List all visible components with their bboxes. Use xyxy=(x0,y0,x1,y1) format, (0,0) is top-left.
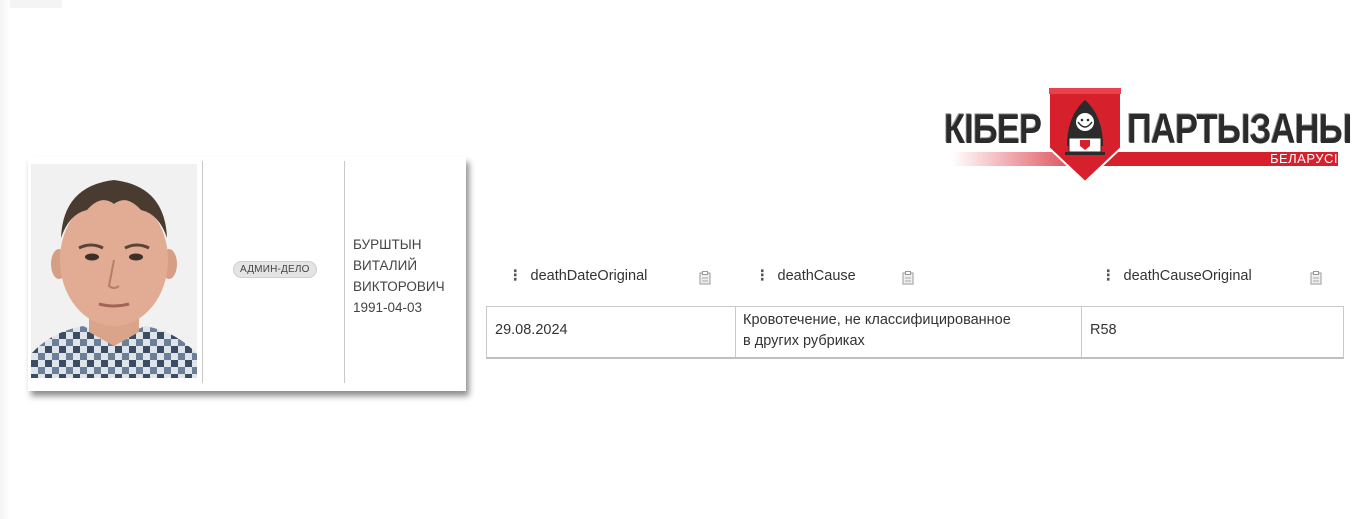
logo-word-right: ПАРТЫЗАНЫ xyxy=(1127,105,1352,152)
person-photo xyxy=(31,164,197,378)
column-header-label: deathDateOriginal xyxy=(530,268,648,284)
card-divider-2 xyxy=(344,161,345,383)
cell-separator xyxy=(735,307,736,357)
profile-card: АДМИН-ДЕЛО БУРШТЫН ВИТАЛИЙ ВИКТОРОВИЧ 19… xyxy=(28,157,466,391)
cell-text-line-2: в других рубриках xyxy=(743,333,865,349)
person-first-name: ВИТАЛИЙ xyxy=(353,258,418,273)
column-header-death-date-original[interactable]: ⋮ deathDateOriginal xyxy=(508,268,647,284)
cell-text-line-1: Кровотечение, не классифицированное xyxy=(743,312,1011,328)
table-row: 29.08.2024 Кровотечение, не классифициро… xyxy=(486,306,1344,359)
cell-text: R58 xyxy=(1090,322,1117,338)
person-birth-date: 1991-04-03 xyxy=(353,300,423,315)
column-header-death-cause[interactable]: ⋮ deathCause xyxy=(755,268,856,284)
left-edge-shade xyxy=(0,0,10,519)
logo-country: БЕЛАРУСІ xyxy=(1269,151,1338,166)
clipboard-icon[interactable] xyxy=(1310,271,1322,285)
person-photo-drawing xyxy=(31,164,197,378)
cell-separator xyxy=(1081,307,1082,357)
column-header-death-cause-original[interactable]: ⋮ deathCauseOriginal xyxy=(1101,268,1252,284)
person-patronymic: ВИКТОРОВИЧ xyxy=(353,279,445,294)
cell-death-cause-original: R58 xyxy=(1090,322,1117,338)
drag-handle-icon[interactable]: ⋮ xyxy=(755,268,770,284)
card-divider-1 xyxy=(202,161,203,383)
drag-handle-icon[interactable]: ⋮ xyxy=(508,268,523,284)
cell-death-date-original: 29.08.2024 xyxy=(495,322,568,338)
person-surname: БУРШТЫН xyxy=(353,237,422,252)
logo-shield-icon xyxy=(1048,87,1122,184)
cell-text: 29.08.2024 xyxy=(495,322,568,338)
cell-death-cause: Кровотечение, не классифицированное в др… xyxy=(743,310,1011,352)
column-header-label: deathCause xyxy=(777,268,856,284)
admin-case-badge: АДМИН-ДЕЛО xyxy=(233,261,317,278)
drag-handle-icon[interactable]: ⋮ xyxy=(1101,268,1116,284)
clipboard-icon[interactable] xyxy=(699,271,711,285)
clipboard-icon[interactable] xyxy=(902,271,914,285)
person-details: БУРШТЫН ВИТАЛИЙ ВИКТОРОВИЧ 1991-04-03 xyxy=(353,234,445,318)
logo-word-left: КІБЕР xyxy=(944,105,1042,152)
cyber-partisans-logo: КІБЕР ПАРТЫЗАНЫ БЕЛАРУСІ xyxy=(944,86,1352,186)
column-header-label: deathCauseOriginal xyxy=(1123,268,1252,284)
